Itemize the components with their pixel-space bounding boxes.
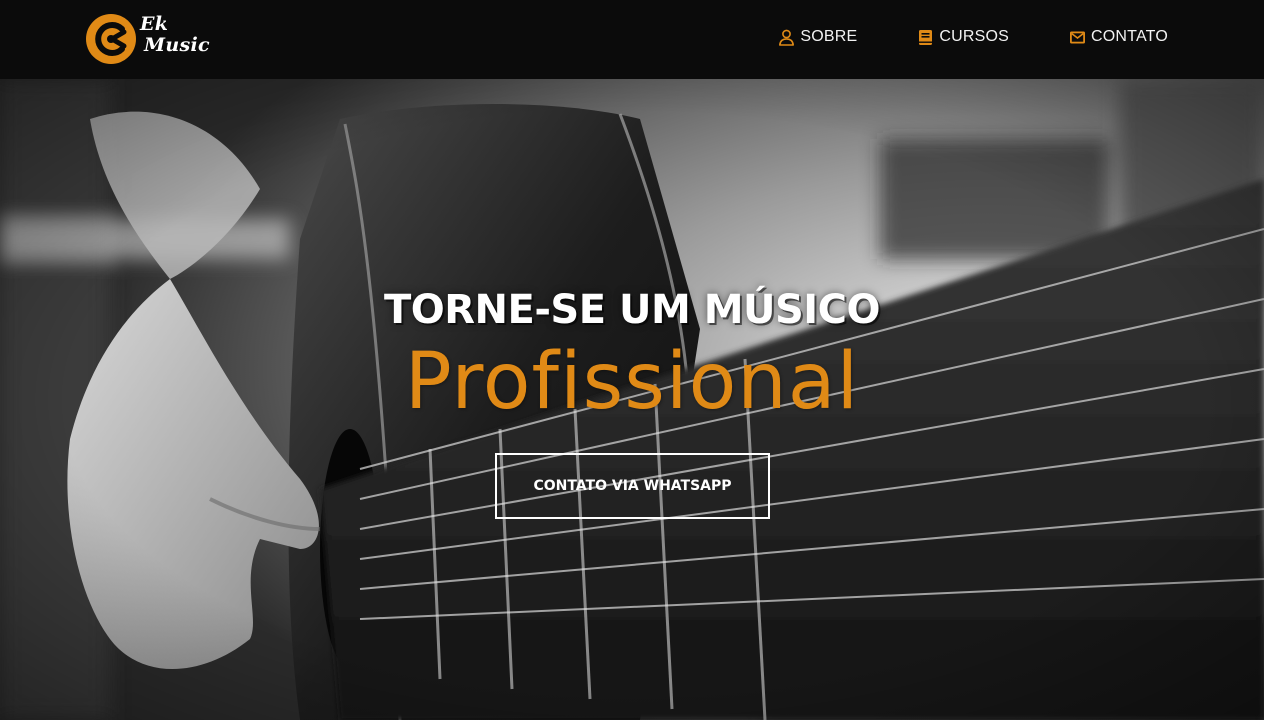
brand-name-line1: Ek — [140, 13, 169, 35]
hero-title: TORNE-SE UM MÚSICO — [383, 287, 881, 333]
nav-item-contato[interactable]: CONTATO — [1069, 28, 1168, 46]
book-icon — [917, 29, 934, 46]
envelope-icon — [1069, 29, 1086, 46]
brand-logo-link[interactable]: Ek Music — [84, 12, 224, 66]
ek-music-logo-icon — [86, 14, 136, 64]
nav-item-cursos[interactable]: CURSOS — [917, 28, 1009, 46]
hero-highlight: Profissional — [404, 337, 860, 427]
whatsapp-contact-button[interactable]: CONTATO VIA WHATSAPP — [495, 453, 770, 519]
nav-item-contato-label: CONTATO — [1091, 28, 1168, 45]
nav-item-sobre[interactable]: SOBRE — [778, 28, 857, 46]
main-nav: SOBRE CURSOS CONTATO — [778, 28, 1168, 46]
brand-name-line2: Music — [144, 34, 210, 56]
nav-item-sobre-label: SOBRE — [800, 28, 858, 45]
user-icon — [778, 29, 795, 46]
navbar: Ek Music SOBRE CURSOS CONTATO — [0, 0, 1264, 79]
hero-section: TORNE-SE UM MÚSICO Profissional CONTATO … — [0, 79, 1264, 720]
brand-name: Ek Music — [140, 14, 220, 56]
nav-item-cursos-label: CURSOS — [939, 28, 1010, 45]
hero-content: TORNE-SE UM MÚSICO Profissional CONTATO … — [0, 79, 1264, 720]
